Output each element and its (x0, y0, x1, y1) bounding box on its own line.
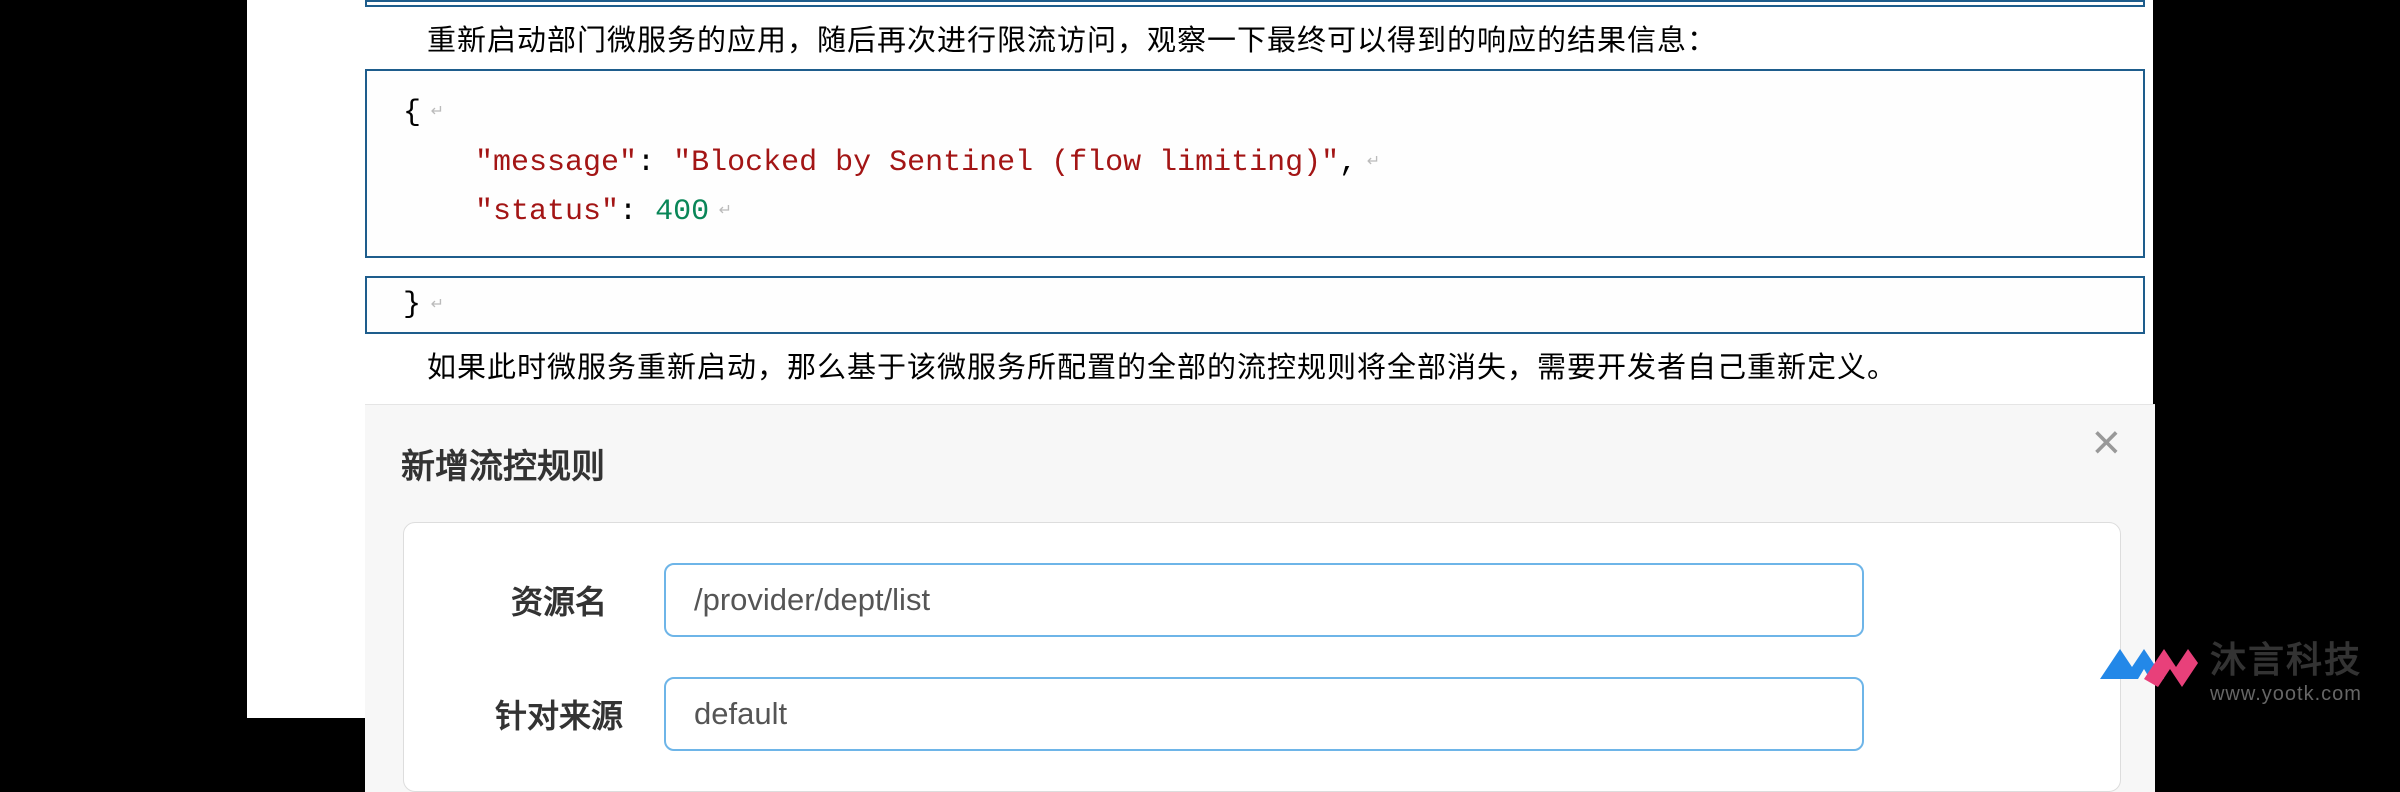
form-card: 资源名 针对来源 (403, 522, 2121, 792)
json-colon: : (619, 195, 655, 229)
watermark-brand: 沐言科技 (2210, 631, 2362, 683)
json-status-key: "status" (475, 195, 619, 229)
resource-name-label: 资源名 (454, 577, 664, 623)
note-paragraph: 如果此时微服务重新启动，那么基于该微服务所配置的全部的流控规则将全部消失，需要开… (427, 344, 2153, 386)
json-close-brace: } (403, 288, 421, 322)
intro-paragraph: 重新启动部门微服务的应用，随后再次进行限流访问，观察一下最终可以得到的响应的结果… (427, 17, 2153, 59)
previous-code-block-border (365, 0, 2145, 7)
source-row: 针对来源 (454, 677, 2070, 751)
watermark-url: www.yootk.com (2210, 683, 2362, 706)
source-input[interactable] (664, 677, 1864, 751)
json-status-value: 400 (655, 195, 709, 229)
close-icon[interactable]: × (2092, 417, 2121, 467)
dialog-title: 新增流控规则 (365, 405, 2155, 522)
json-open-brace: { (403, 96, 421, 130)
json-close-code-block: } ↵ (365, 276, 2145, 334)
json-response-code-block: { ↵ "message": "Blocked by Sentinel (flo… (365, 69, 2145, 258)
source-label: 针对来源 (454, 691, 664, 737)
document-page: 重新启动部门微服务的应用，随后再次进行限流访问，观察一下最终可以得到的响应的结果… (247, 0, 2153, 718)
flow-rule-dialog: 新增流控规则 × 资源名 针对来源 (365, 404, 2155, 792)
watermark-logo-icon (2090, 631, 2198, 706)
resource-name-row: 资源名 (454, 563, 2070, 637)
resource-name-input[interactable] (664, 563, 1864, 637)
json-comma: , (1339, 146, 1357, 180)
json-message-value: "Blocked by Sentinel (flow limiting)" (673, 146, 1339, 180)
json-message-key: "message" (475, 146, 637, 180)
json-colon: : (637, 146, 673, 180)
watermark: 沐言科技 www.yootk.com (2090, 631, 2362, 706)
watermark-text: 沐言科技 www.yootk.com (2210, 631, 2362, 706)
